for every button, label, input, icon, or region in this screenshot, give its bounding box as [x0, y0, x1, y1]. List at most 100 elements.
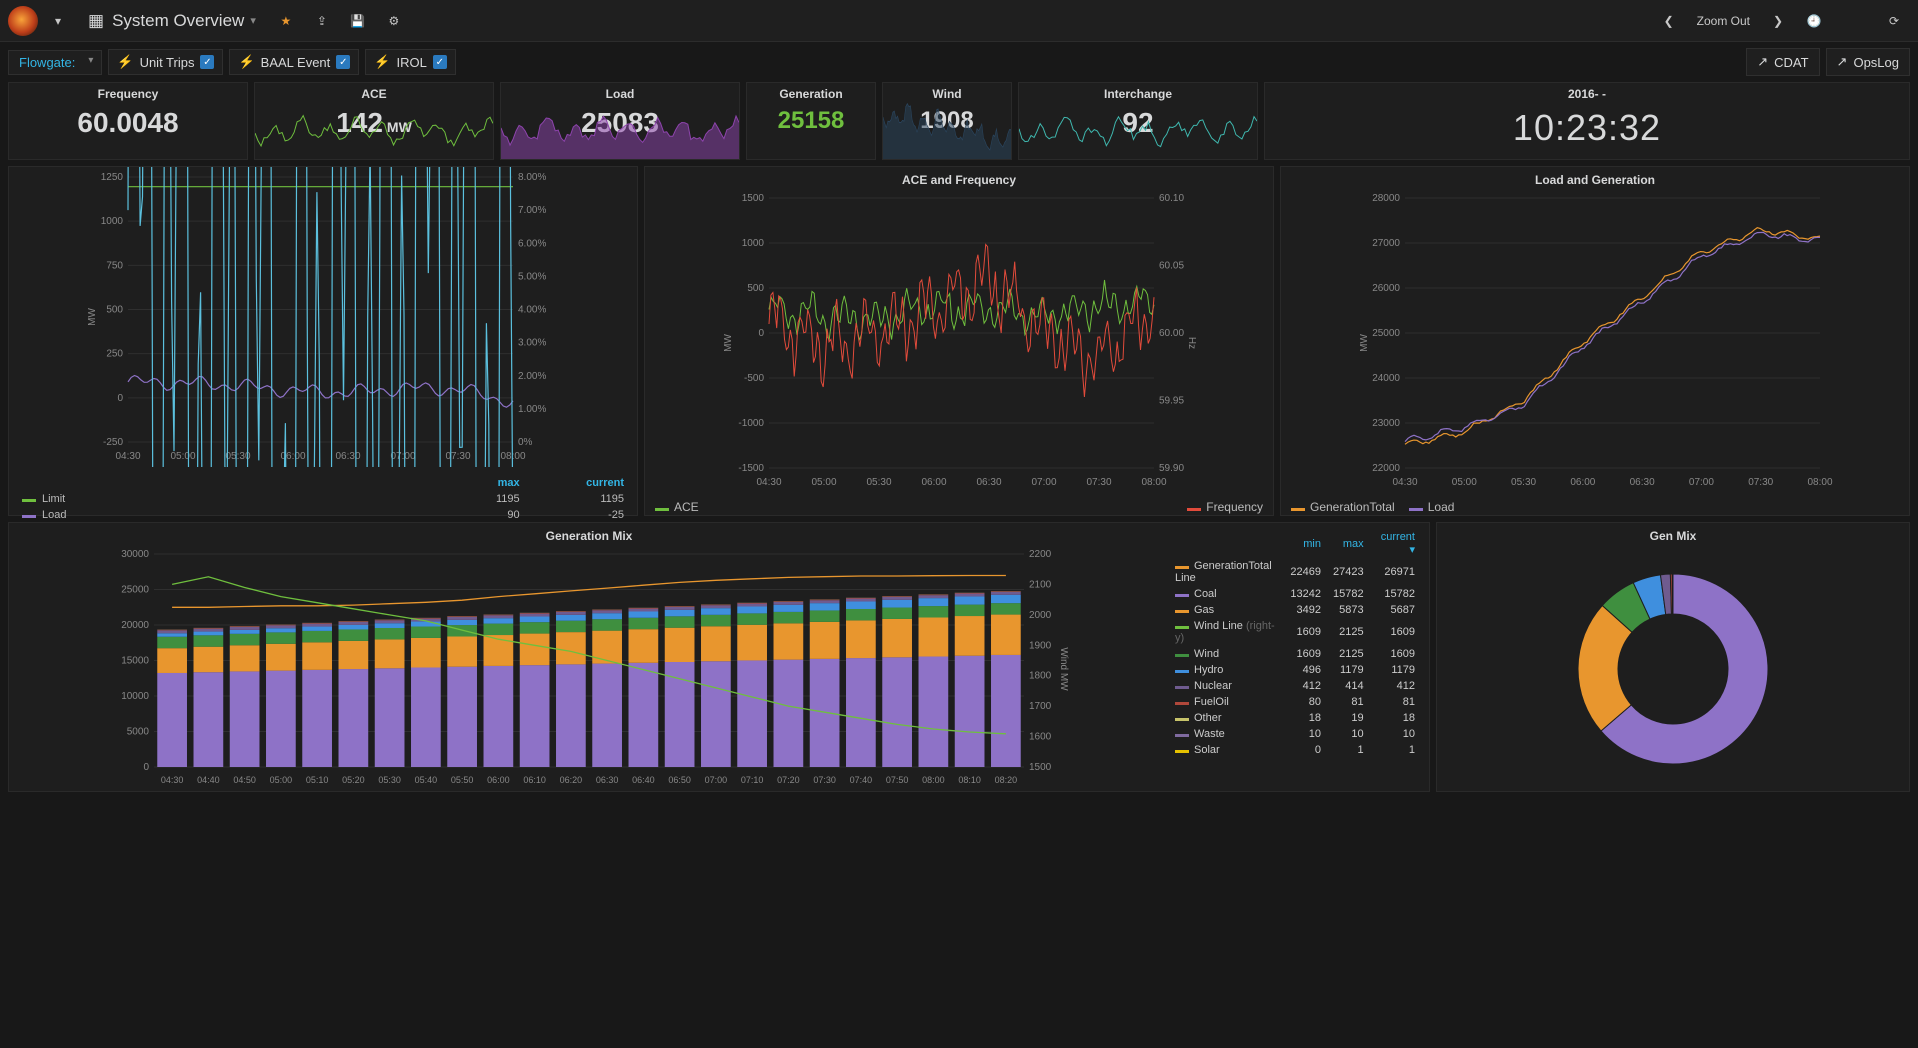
link-opslog[interactable]: ↗OpsLog	[1826, 48, 1910, 76]
tile-title: ACE	[255, 87, 493, 101]
svg-text:07:30: 07:30	[445, 451, 470, 462]
svg-text:60.00: 60.00	[1159, 328, 1184, 339]
svg-text:MW: MW	[1359, 334, 1370, 352]
svg-text:05:10: 05:10	[306, 775, 329, 785]
svg-text:1600: 1600	[1029, 732, 1052, 743]
panel-title: Gen Mix	[1437, 523, 1909, 549]
svg-text:05:30: 05:30	[866, 477, 891, 488]
star-icon[interactable]: ★	[270, 5, 302, 37]
svg-text:0: 0	[758, 328, 764, 339]
svg-text:08:00: 08:00	[922, 775, 945, 785]
svg-text:30000: 30000	[121, 549, 149, 560]
svg-text:07:30: 07:30	[813, 775, 836, 785]
svg-text:1500: 1500	[1029, 762, 1052, 773]
tile-value: 25158	[747, 107, 875, 135]
svg-text:06:00: 06:00	[1570, 477, 1595, 488]
time-fwd-icon[interactable]: ❯	[1762, 5, 1794, 37]
panel-ace-frequency[interactable]: ACE and Frequency -1500-1000-50005001000…	[644, 166, 1274, 516]
flowgate-select[interactable]: Flowgate:	[8, 50, 102, 75]
svg-text:22000: 22000	[1372, 463, 1400, 474]
svg-text:05:00: 05:00	[1452, 477, 1477, 488]
tile-title: Load	[501, 87, 739, 101]
clock-icon[interactable]: 🕘	[1798, 5, 1830, 37]
share-icon[interactable]: ⇪	[306, 5, 338, 37]
svg-text:07:00: 07:00	[1689, 477, 1714, 488]
zoom-out-button[interactable]: Zoom Out	[1689, 14, 1758, 28]
top-bar: ▾ ▦ System Overview ▾ ★ ⇪ 💾 ⚙ ❮ Zoom Out…	[0, 0, 1918, 42]
tile-generation[interactable]: Generation 25158	[746, 82, 876, 160]
svg-text:59.95: 59.95	[1159, 396, 1184, 407]
svg-text:1.00%: 1.00%	[518, 404, 546, 415]
svg-text:08:00: 08:00	[1141, 477, 1166, 488]
svg-text:6.00%: 6.00%	[518, 238, 546, 249]
grafana-logo-icon[interactable]	[8, 6, 38, 36]
tile-value: 60.0048	[9, 107, 247, 139]
svg-text:06:50: 06:50	[668, 775, 691, 785]
tile-title: Interchange	[1019, 87, 1257, 101]
panel-gen-mix-pie[interactable]: Gen Mix	[1436, 522, 1910, 792]
tile-ace[interactable]: ACE 142MW	[254, 82, 494, 160]
svg-text:06:30: 06:30	[596, 775, 619, 785]
svg-text:-250: -250	[103, 437, 123, 448]
chip-baal-event[interactable]: ⚡BAAL Event✓	[229, 49, 359, 75]
panel-generation-mix[interactable]: Generation Mix 0500010000150002000025000…	[8, 522, 1430, 792]
svg-text:Wind MW: Wind MW	[1058, 647, 1069, 691]
svg-text:-1000: -1000	[738, 418, 764, 429]
svg-text:08:10: 08:10	[958, 775, 981, 785]
svg-text:MW: MW	[87, 308, 98, 326]
svg-text:Hz: Hz	[1186, 337, 1197, 349]
svg-text:07:10: 07:10	[741, 775, 764, 785]
panel-load-generation[interactable]: Load and Generation 22000230002400025000…	[1280, 166, 1910, 516]
svg-text:04:40: 04:40	[197, 775, 220, 785]
svg-text:1700: 1700	[1029, 701, 1052, 712]
tile-interchange[interactable]: Interchange 92	[1018, 82, 1258, 160]
svg-text:500: 500	[747, 283, 764, 294]
svg-text:4.00%: 4.00%	[518, 305, 546, 316]
svg-text:-500: -500	[744, 373, 764, 384]
svg-text:07:00: 07:00	[390, 451, 415, 462]
svg-text:MW: MW	[723, 334, 734, 352]
svg-text:1000: 1000	[101, 216, 124, 227]
svg-text:28000: 28000	[1372, 193, 1400, 204]
svg-text:1500: 1500	[742, 193, 765, 204]
svg-text:04:50: 04:50	[233, 775, 256, 785]
tile-title: 2016- -	[1265, 87, 1909, 101]
tile-load[interactable]: Load 25083	[500, 82, 740, 160]
panel-title: ACE and Frequency	[645, 167, 1273, 193]
chip-unit-trips[interactable]: ⚡Unit Trips✓	[108, 49, 223, 75]
svg-text:5.00%: 5.00%	[518, 271, 546, 282]
chip-irol[interactable]: ⚡IROL✓	[365, 49, 456, 75]
svg-text:05:00: 05:00	[170, 451, 195, 462]
svg-text:05:50: 05:50	[451, 775, 474, 785]
svg-text:08:00: 08:00	[500, 451, 525, 462]
svg-text:06:10: 06:10	[523, 775, 546, 785]
refresh-icon[interactable]: ⟳	[1878, 5, 1910, 37]
dashboard-title[interactable]: ▦ System Overview ▾	[78, 11, 266, 31]
svg-text:05:30: 05:30	[378, 775, 401, 785]
svg-text:2000: 2000	[1029, 610, 1052, 621]
svg-text:08:20: 08:20	[995, 775, 1018, 785]
link-cdat[interactable]: ↗CDAT	[1746, 48, 1819, 76]
svg-text:0%: 0%	[518, 437, 533, 448]
variable-row: Flowgate: ⚡Unit Trips✓⚡BAAL Event✓⚡IROL✓…	[0, 42, 1918, 82]
settings-icon[interactable]: ⚙	[378, 5, 410, 37]
logo-dropdown[interactable]: ▾	[42, 5, 74, 37]
svg-text:3.00%: 3.00%	[518, 338, 546, 349]
svg-text:20000: 20000	[121, 620, 149, 631]
svg-text:05:30: 05:30	[1511, 477, 1536, 488]
time-back-icon[interactable]: ❮	[1653, 5, 1685, 37]
save-icon[interactable]: 💾	[342, 5, 374, 37]
tile-title: Frequency	[9, 87, 247, 101]
svg-text:07:40: 07:40	[850, 775, 873, 785]
tile-wind[interactable]: Wind 1908	[882, 82, 1012, 160]
svg-text:06:40: 06:40	[632, 775, 655, 785]
svg-text:06:30: 06:30	[1630, 477, 1655, 488]
svg-text:15000: 15000	[121, 656, 149, 667]
tile-frequency[interactable]: Frequency 60.0048	[8, 82, 248, 160]
svg-text:0: 0	[143, 762, 149, 773]
svg-text:60.10: 60.10	[1159, 193, 1184, 204]
svg-text:04:30: 04:30	[115, 451, 140, 462]
svg-text:06:20: 06:20	[560, 775, 583, 785]
panel-load-limit[interactable]: -2500250500750100012500%1.00%2.00%3.00%4…	[8, 166, 638, 516]
svg-text:04:30: 04:30	[756, 477, 781, 488]
